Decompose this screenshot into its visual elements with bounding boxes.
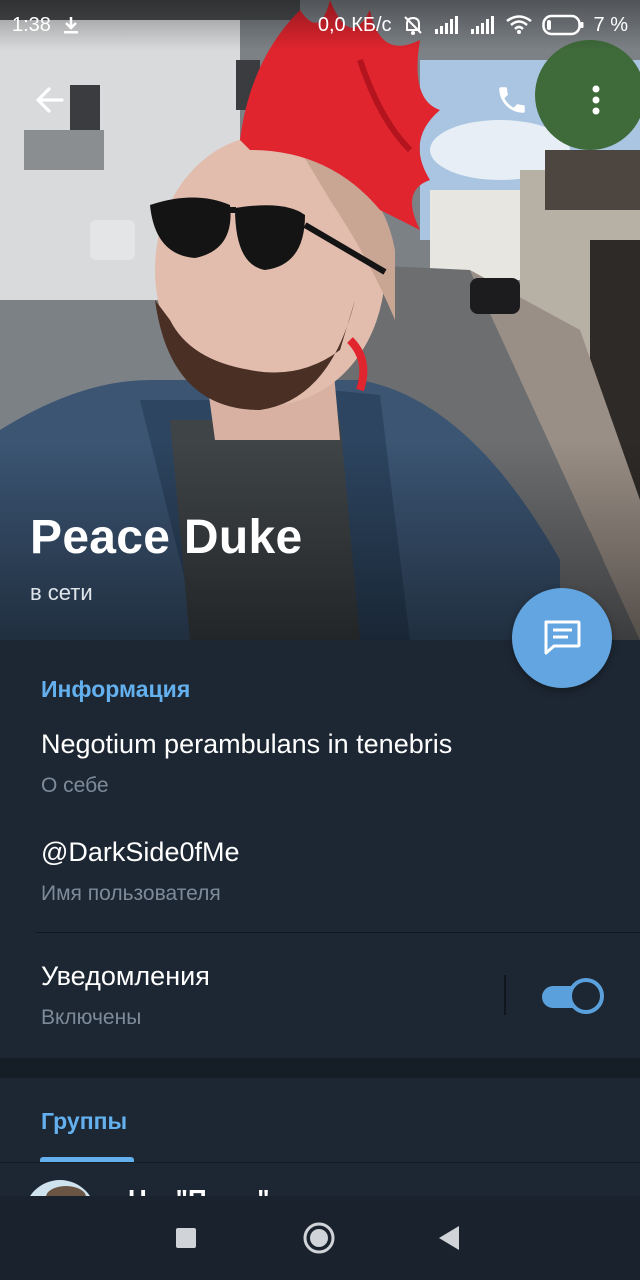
profile-status: в сети [30,580,93,605]
notifications-state: Включены [41,1006,142,1029]
username-label: Имя пользователя [41,882,221,905]
divider [36,932,640,933]
home-button[interactable] [297,1216,341,1260]
bell-off-icon [402,14,424,36]
groups-tab[interactable]: Группы [41,1108,127,1135]
vertical-separator [504,975,506,1015]
status-bar: 1:38 0,0 КБ/с 7 % [0,0,640,50]
back-button[interactable] [28,78,72,122]
info-section-title: Информация [41,676,191,702]
send-message-button[interactable] [512,588,612,688]
bio-label: О себе [41,774,109,797]
download-icon [61,15,81,35]
wifi-icon [505,15,532,35]
call-button[interactable] [490,78,534,122]
section-gap [0,1058,640,1078]
circle-icon [303,1222,335,1254]
signal-icon [434,15,460,35]
message-icon [544,620,581,655]
top-actions [0,70,640,130]
back-triangle-icon [439,1226,459,1250]
navigation-bar [0,1196,640,1280]
notifications-toggle[interactable] [542,978,604,1014]
network-speed: 0,0 КБ/с [317,13,392,36]
more-options-button[interactable] [576,78,616,122]
arrow-left-icon [36,87,64,113]
tab-border [0,1162,640,1163]
notifications-title: Уведомления [41,961,210,991]
groups-card [0,1078,640,1198]
recents-button[interactable] [164,1216,208,1260]
username-text: @DarkSide0fMe [41,837,240,867]
more-vertical-icon [592,85,600,115]
status-time: 1:38 [12,13,51,36]
phone-icon [499,87,525,113]
square-icon [176,1228,196,1248]
profile-name: Peace Duke [30,511,303,564]
signal-icon [470,15,496,35]
bio-text: Negotium perambulans in tenebris [41,729,453,759]
system-back-button[interactable] [427,1216,471,1260]
toggle-knob [568,978,604,1014]
battery-icon [541,14,584,36]
battery-percent: 7 % [593,13,628,36]
